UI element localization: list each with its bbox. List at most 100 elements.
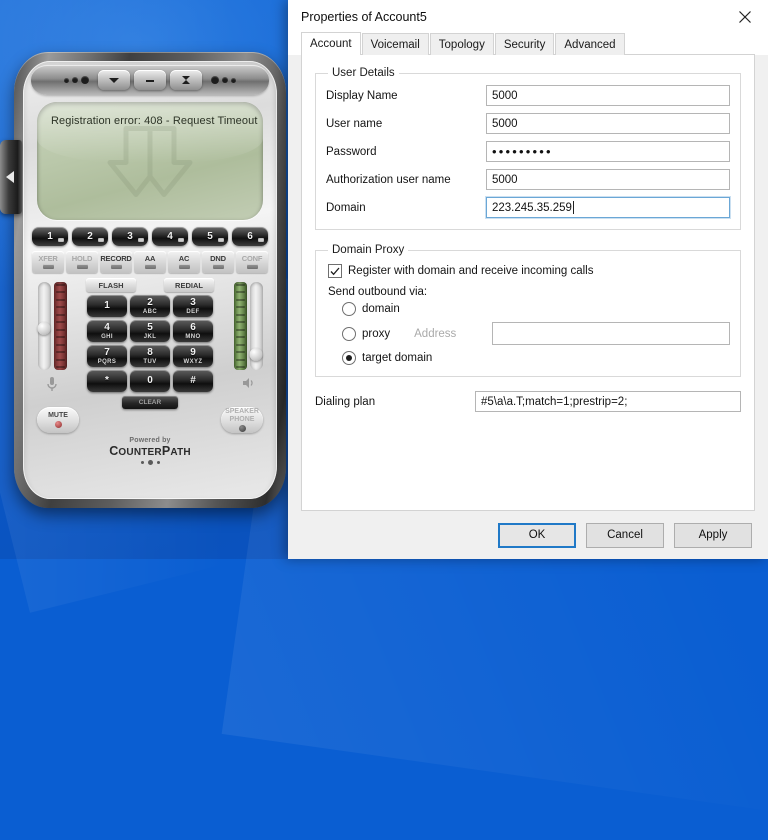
display-name-value: 5000 xyxy=(492,89,518,102)
user-name-value: 5000 xyxy=(492,117,518,130)
mic-level-meter xyxy=(53,282,67,370)
key-3[interactable]: 3 DEF xyxy=(173,295,213,317)
address-input[interactable] xyxy=(492,322,730,345)
ac-button[interactable]: AC xyxy=(168,251,200,273)
user-name-input[interactable]: 5000 xyxy=(486,113,730,134)
powered-by-label: Powered by xyxy=(129,437,171,444)
tab-account[interactable]: Account xyxy=(301,32,361,56)
register-with-domain-checkbox-row[interactable]: Register with domain and receive incomin… xyxy=(328,264,730,278)
radio-row-target-domain[interactable]: target domain xyxy=(326,351,730,365)
display-name-input[interactable]: 5000 xyxy=(486,85,730,106)
line-button-1[interactable]: 1 xyxy=(32,227,68,246)
radio-domain[interactable] xyxy=(342,302,356,316)
dialog-tabstrip: Account Voicemail Topology Security Adva… xyxy=(288,32,768,56)
account-tab-panel: User Details Display Name 5000 User name… xyxy=(301,55,755,511)
domain-value: 223.245.35.259 xyxy=(492,201,572,214)
speaker-slider-knob[interactable] xyxy=(249,348,263,361)
key-1[interactable]: 1 xyxy=(87,295,127,317)
key-2[interactable]: 2 ABC xyxy=(130,295,170,317)
key-number: # xyxy=(190,375,196,386)
domain-input[interactable]: 223.245.35.259 xyxy=(486,197,730,218)
key-number: 8 xyxy=(147,346,153,358)
softphone-window[interactable]: Registration error: 408 - Request Timeou… xyxy=(0,52,286,508)
minimize-button[interactable] xyxy=(134,70,166,90)
key-7[interactable]: 7 PQRS xyxy=(87,345,127,367)
tab-topology[interactable]: Topology xyxy=(429,33,494,55)
authorization-user-name-value: 5000 xyxy=(492,173,518,186)
close-icon[interactable] xyxy=(722,0,768,33)
line-button-5[interactable]: 5 xyxy=(192,227,228,246)
redial-button[interactable]: REDIAL xyxy=(164,278,214,292)
key-pound[interactable]: # xyxy=(173,370,213,392)
speakerphone-label-1: SPEAKER xyxy=(225,408,259,416)
key-star[interactable]: * xyxy=(87,370,127,392)
softphone-body: Registration error: 408 - Request Timeou… xyxy=(23,61,277,499)
softphone-lcd-display: Registration error: 408 - Request Timeou… xyxy=(37,102,263,220)
flash-label: FLASH xyxy=(98,280,124,290)
radio-target-domain[interactable] xyxy=(342,351,356,365)
line-button-6[interactable]: 6 xyxy=(232,227,268,246)
microphone-icon xyxy=(46,376,58,397)
line-button-4[interactable]: 4 xyxy=(152,227,188,246)
tab-label: Advanced xyxy=(564,38,616,51)
display-name-row: Display Name 5000 xyxy=(326,85,730,106)
key-6[interactable]: 6 MNO xyxy=(173,320,213,342)
close-button[interactable] xyxy=(170,70,202,90)
line-button-3[interactable]: 3 xyxy=(112,227,148,246)
speakerphone-button[interactable]: SPEAKER PHONE xyxy=(221,407,263,433)
radio-target-domain-label: target domain xyxy=(362,352,433,364)
decorative-dots-left xyxy=(59,76,94,84)
key-number: * xyxy=(105,375,109,386)
register-checkbox[interactable] xyxy=(328,264,342,278)
radio-row-proxy[interactable]: proxy Address xyxy=(326,322,730,345)
flash-button[interactable]: FLASH xyxy=(86,278,136,292)
key-9[interactable]: 9 WXYZ xyxy=(173,345,213,367)
xfer-button[interactable]: XFER xyxy=(32,251,64,273)
speaker-volume-slider[interactable] xyxy=(249,282,263,370)
tab-advanced[interactable]: Advanced xyxy=(555,33,625,55)
aa-button[interactable]: AA xyxy=(134,251,166,273)
hold-button[interactable]: HOLD xyxy=(66,251,98,273)
mic-volume-slider[interactable] xyxy=(37,282,51,370)
speakerphone-label-2: PHONE xyxy=(229,415,255,423)
authorization-user-name-input[interactable]: 5000 xyxy=(486,169,730,190)
tab-security[interactable]: Security xyxy=(494,33,555,55)
domain-proxy-group: Domain Proxy Register with domain and re… xyxy=(315,244,741,377)
line-button-2[interactable]: 2 xyxy=(72,227,108,246)
password-input[interactable]: ••••••••• xyxy=(486,141,730,162)
brand-ounter: OUNTER xyxy=(118,447,162,458)
menu-dropdown-button[interactable] xyxy=(98,70,130,90)
authorization-user-name-label: Authorization user name xyxy=(326,173,451,186)
record-button[interactable]: RECORD xyxy=(100,251,132,273)
radio-proxy[interactable] xyxy=(342,326,356,341)
line-button-label: 6 xyxy=(247,231,253,242)
cancel-button[interactable]: Cancel xyxy=(586,522,664,548)
key-0[interactable]: 0 xyxy=(130,370,170,392)
mute-led-icon xyxy=(54,421,62,429)
dialing-plan-input[interactable]: #5\a\a.T;match=1;prestrip=2; xyxy=(475,391,741,412)
apply-label: Apply xyxy=(698,529,728,541)
line-button-label: 4 xyxy=(167,231,173,242)
conf-button[interactable]: CONF xyxy=(236,251,268,273)
tab-voicemail[interactable]: Voicemail xyxy=(361,33,429,55)
apply-button[interactable]: Apply xyxy=(674,522,752,548)
counterpath-arrow-watermark-icon xyxy=(96,119,204,208)
clear-button[interactable]: CLEAR xyxy=(122,396,178,409)
tab-label: Account xyxy=(310,38,352,50)
dialing-plan-label: Dialing plan xyxy=(315,395,376,408)
key-letters: GHI xyxy=(101,333,113,340)
radio-row-domain[interactable]: domain xyxy=(326,302,730,316)
mic-slider-knob[interactable] xyxy=(37,322,51,335)
key-number: 1 xyxy=(104,299,110,311)
conf-label: CONF xyxy=(241,253,263,263)
key-5[interactable]: 5 JKL xyxy=(130,320,170,342)
ok-button[interactable]: OK xyxy=(498,522,576,548)
mute-button[interactable]: MUTE xyxy=(37,407,79,433)
key-number: 4 xyxy=(104,321,110,333)
record-label: RECORD xyxy=(100,253,132,263)
key-4[interactable]: 4 GHI xyxy=(87,320,127,342)
text-caret xyxy=(572,201,574,214)
softphone-side-tab-button[interactable] xyxy=(0,140,22,214)
dnd-button[interactable]: DND xyxy=(202,251,234,273)
key-8[interactable]: 8 TUV xyxy=(130,345,170,367)
